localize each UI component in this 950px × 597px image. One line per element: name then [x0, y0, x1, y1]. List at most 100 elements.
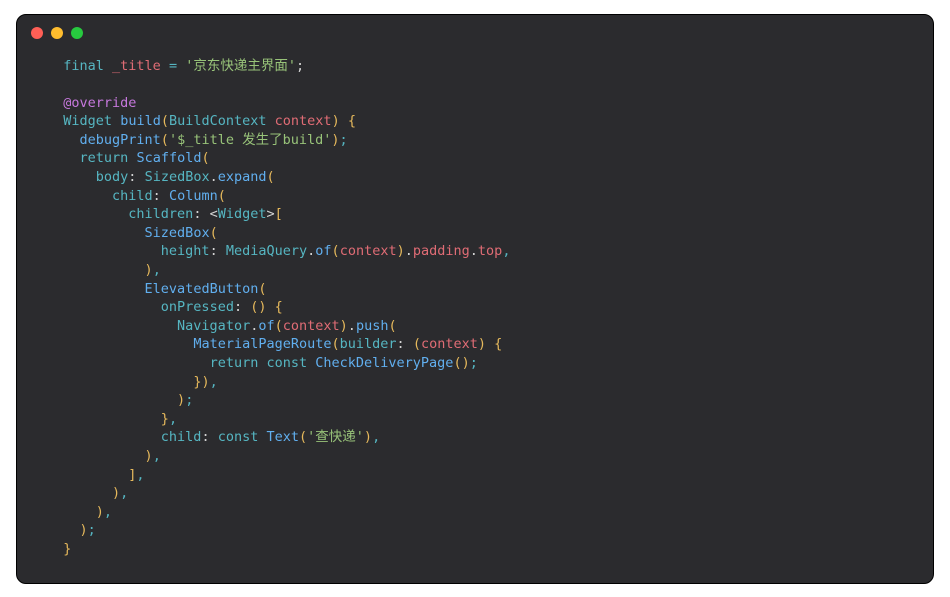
code-token: ( [299, 429, 307, 445]
code-token: ( [161, 132, 169, 148]
code-token [242, 299, 250, 315]
code-token: : [234, 299, 242, 315]
code-token: ; [340, 132, 348, 148]
code-token [47, 522, 80, 538]
code-line: children: <Widget>[ [17, 205, 933, 224]
code-line: return const CheckDeliveryPage(); [17, 354, 933, 373]
code-token [47, 355, 210, 371]
code-token: ; [296, 58, 304, 74]
code-line: MaterialPageRoute(builder: (context) { [17, 335, 933, 354]
titlebar [17, 15, 933, 51]
code-token [47, 411, 161, 427]
code-token: ; [185, 392, 193, 408]
code-line: @override [17, 94, 933, 113]
code-token: ( [267, 169, 275, 185]
code-token: ( [388, 318, 396, 334]
code-token: ) [177, 392, 185, 408]
code-token: ( [258, 281, 266, 297]
close-icon[interactable] [31, 27, 43, 39]
code-token [47, 281, 145, 297]
code-token [47, 150, 80, 166]
code-token: of [315, 243, 331, 259]
code-token [47, 392, 177, 408]
code-token [218, 243, 226, 259]
code-line: height: MediaQuery.of(context).padding.t… [17, 242, 933, 261]
code-token [47, 429, 161, 445]
code-token [104, 58, 112, 74]
code-token: Scaffold [136, 150, 201, 166]
code-token [405, 336, 413, 352]
code-token: push [356, 318, 389, 334]
code-token: , [120, 485, 128, 501]
code-token [47, 132, 80, 148]
code-token: MediaQuery [226, 243, 307, 259]
code-line: onPressed: () { [17, 298, 933, 317]
code-token: height [161, 243, 210, 259]
code-line: } [17, 540, 933, 559]
code-token [47, 318, 177, 334]
code-token: . [348, 318, 356, 334]
code-token: const [266, 355, 307, 371]
code-token: [ [275, 206, 283, 222]
code-token: ) [332, 113, 340, 129]
code-line: Navigator.of(context).push( [17, 317, 933, 336]
code-token: . [405, 243, 413, 259]
code-token [47, 485, 112, 501]
code-line: ), [17, 503, 933, 522]
editor-window: final _title = '京东快递主界面'; @override Widg… [16, 14, 934, 584]
code-token [161, 188, 169, 204]
code-token: , [104, 504, 112, 520]
code-token [47, 243, 161, 259]
code-token: MaterialPageRoute [193, 336, 331, 352]
code-token: SizedBox [145, 225, 210, 241]
code-token: Widget [218, 206, 267, 222]
code-token: top [478, 243, 502, 259]
code-line: }, [17, 410, 933, 429]
code-token: : [153, 188, 161, 204]
code-line: ); [17, 391, 933, 410]
code-token: ( [201, 150, 209, 166]
code-token [136, 169, 144, 185]
code-token [47, 504, 96, 520]
code-token: ( [210, 225, 218, 241]
code-line: ), [17, 484, 933, 503]
code-token [258, 429, 266, 445]
code-token: context [340, 243, 397, 259]
code-token [47, 113, 63, 129]
code-token: context [283, 318, 340, 334]
zoom-icon[interactable] [71, 27, 83, 39]
code-token [47, 206, 128, 222]
code-token: @override [63, 95, 136, 111]
code-token: : [397, 336, 405, 352]
code-token: ( [161, 113, 169, 129]
code-line: debugPrint('$_title 发生了build'); [17, 131, 933, 150]
code-token: ; [470, 355, 478, 371]
code-token: '查快递' [307, 429, 364, 445]
code-token [340, 113, 348, 129]
code-token [486, 336, 494, 352]
code-token [47, 467, 128, 483]
code-token: . [210, 169, 218, 185]
code-token: BuildContext [169, 113, 267, 129]
minimize-icon[interactable] [51, 27, 63, 39]
code-line: body: SizedBox.expand( [17, 168, 933, 187]
code-token: context [275, 113, 332, 129]
code-token: } [63, 541, 71, 557]
code-token [201, 206, 209, 222]
code-line: ], [17, 466, 933, 485]
code-token: = [169, 58, 177, 74]
code-token: () [453, 355, 469, 371]
code-token: final [63, 58, 104, 74]
code-line: ), [17, 447, 933, 466]
code-token [47, 336, 193, 352]
code-token: build [120, 113, 161, 129]
code-token: ( [413, 336, 421, 352]
code-token: '京东快递主界面' [185, 58, 296, 74]
code-token [47, 541, 63, 557]
code-area[interactable]: final _title = '京东快递主界面'; @override Widg… [17, 51, 933, 583]
code-token: ( [332, 243, 340, 259]
code-token: builder [340, 336, 397, 352]
code-token: , [153, 262, 161, 278]
code-line: return Scaffold( [17, 149, 933, 168]
code-token: ) [145, 448, 153, 464]
